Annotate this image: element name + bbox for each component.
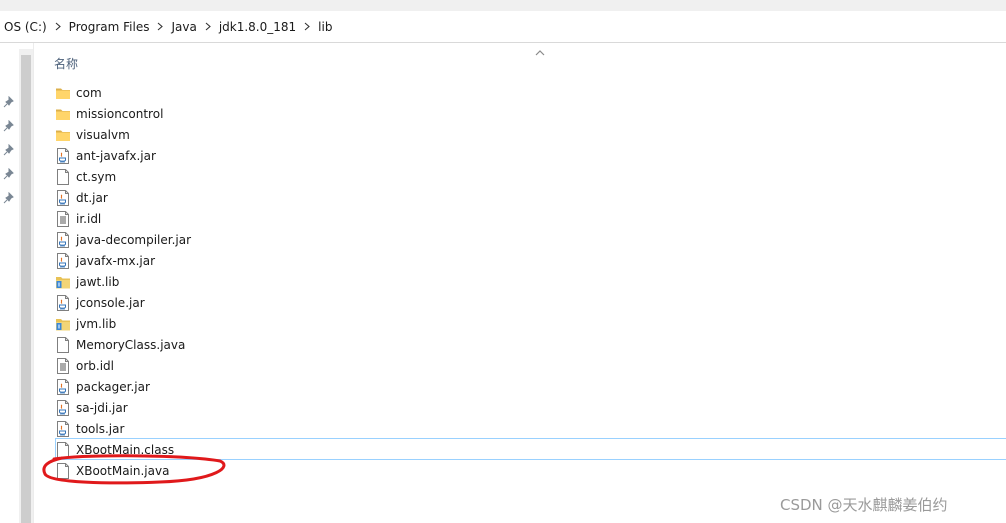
folder-icon <box>55 106 71 122</box>
sort-ascending-icon[interactable] <box>535 46 545 56</box>
lib-file-icon <box>55 274 71 290</box>
pin-icon[interactable] <box>3 191 15 204</box>
list-item[interactable]: packager.jar <box>55 376 200 397</box>
file-name: ct.sym <box>76 169 117 184</box>
watermark: CSDN @天水麒麟姜伯约 <box>780 496 948 514</box>
scrollbar-thumb[interactable] <box>21 55 31 523</box>
list-item[interactable]: tools.jar <box>55 418 200 439</box>
list-item[interactable]: javafx-mx.jar <box>55 250 200 271</box>
breadcrumb-item-java[interactable]: Java <box>165 11 212 42</box>
list-item[interactable]: orb.idl <box>55 355 200 376</box>
file-name: com <box>76 85 102 100</box>
list-item[interactable]: jawt.lib <box>55 271 200 292</box>
breadcrumb-item-jdk[interactable]: jdk1.8.0_181 <box>213 11 312 42</box>
jar-file-icon <box>55 252 71 269</box>
navigation-scrollbar[interactable] <box>19 49 33 523</box>
list-item[interactable]: java-decompiler.jar <box>55 229 200 250</box>
file-name: ir.idl <box>76 211 102 226</box>
lib-file-icon <box>55 316 71 332</box>
jar-file-icon <box>55 147 71 164</box>
jar-file-icon <box>55 378 71 395</box>
file-name: MemoryClass.java <box>76 337 186 352</box>
jar-file-icon <box>55 294 71 311</box>
navigation-pane[interactable] <box>0 43 34 523</box>
list-item[interactable]: visualvm <box>55 124 200 145</box>
file-name: ant-javafx.jar <box>76 148 156 163</box>
chevron-right-icon[interactable] <box>155 22 165 31</box>
file-name: missioncontrol <box>76 106 164 121</box>
chevron-right-icon[interactable] <box>302 22 312 31</box>
breadcrumb-item-drive[interactable]: OS (C:) <box>0 11 63 42</box>
jar-file-icon <box>55 420 71 437</box>
file-name: dt.jar <box>76 190 108 205</box>
blank-file-icon <box>55 168 71 185</box>
pin-icon[interactable] <box>3 143 15 156</box>
breadcrumb-label[interactable]: OS (C:) <box>0 20 53 34</box>
list-item[interactable]: dt.jar <box>55 187 200 208</box>
breadcrumb-item-program-files[interactable]: Program Files <box>63 11 166 42</box>
jar-file-icon <box>55 399 71 416</box>
column-header-name[interactable]: 名称 <box>54 55 78 72</box>
file-name: javafx-mx.jar <box>76 253 156 268</box>
pin-icon[interactable] <box>3 167 15 180</box>
blank-file-icon <box>55 336 71 353</box>
list-item[interactable]: ant-javafx.jar <box>55 145 200 166</box>
file-name: java-decompiler.jar <box>76 232 192 247</box>
address-bar[interactable]: OS (C:) Program Files Java jdk1.8.0_181 … <box>0 11 1006 43</box>
pin-icon[interactable] <box>3 119 15 132</box>
breadcrumb-label[interactable]: Java <box>165 20 202 34</box>
breadcrumb-label[interactable]: Program Files <box>63 20 156 34</box>
chevron-right-icon[interactable] <box>203 22 213 31</box>
text-file-icon <box>55 357 71 374</box>
file-name: tools.jar <box>76 421 125 436</box>
folder-icon <box>55 127 71 143</box>
text-file-icon <box>55 210 71 227</box>
list-item[interactable]: missioncontrol <box>55 103 200 124</box>
file-name: jawt.lib <box>76 274 120 289</box>
jar-file-icon <box>55 189 71 206</box>
list-item[interactable]: sa-jdi.jar <box>55 397 200 418</box>
list-item[interactable]: ir.idl <box>55 208 200 229</box>
file-name: jconsole.jar <box>76 295 145 310</box>
file-name: packager.jar <box>76 379 150 394</box>
file-name: sa-jdi.jar <box>76 400 128 415</box>
chevron-right-icon[interactable] <box>53 22 63 31</box>
window-top-strip <box>0 0 1006 11</box>
list-item[interactable]: MemoryClass.java <box>55 334 200 355</box>
file-name: visualvm <box>76 127 130 142</box>
folder-icon <box>55 85 71 101</box>
file-name: orb.idl <box>76 358 114 373</box>
list-item[interactable]: ct.sym <box>55 166 200 187</box>
file-name: jvm.lib <box>76 316 117 331</box>
list-item[interactable]: com <box>55 82 200 103</box>
breadcrumb-label[interactable]: jdk1.8.0_181 <box>213 20 302 34</box>
list-item[interactable]: jconsole.jar <box>55 292 200 313</box>
jar-file-icon <box>55 231 71 248</box>
breadcrumb-item-lib[interactable]: lib <box>312 11 338 42</box>
pin-icon[interactable] <box>3 95 15 108</box>
list-item[interactable]: jvm.lib <box>55 313 200 334</box>
annotation-circle <box>42 454 226 485</box>
breadcrumb-label[interactable]: lib <box>312 20 338 34</box>
